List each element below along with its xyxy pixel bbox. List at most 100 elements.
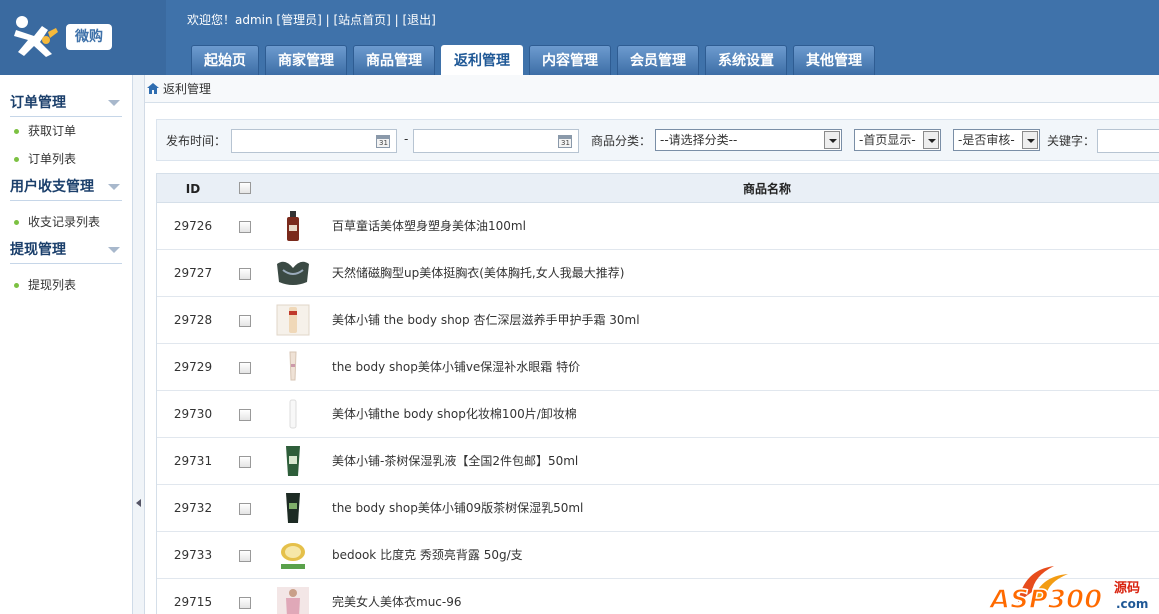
product-thumbnail-icon[interactable] (275, 397, 311, 431)
row-checkbox[interactable] (239, 362, 251, 374)
row-id: 29729 (173, 360, 213, 374)
product-table: ID 商品名称 29726 百草童话美体塑身塑身美体油100ml 29727 天… (156, 173, 1159, 614)
start-date-input[interactable]: 31 (231, 129, 397, 153)
tab-member[interactable]: 会员管理 (617, 45, 699, 75)
row-checkbox[interactable] (239, 315, 251, 327)
category-select[interactable]: --请选择分类-- (655, 129, 842, 151)
product-name-link[interactable]: 美体小铺 the body shop 杏仁深层滋养手甲护手霜 30ml (332, 297, 640, 344)
top-user-bar[interactable]: 欢迎您！admin [管理员] | [站点首页] | [退出] (187, 11, 436, 28)
product-name-link[interactable]: bedook 比度克 秀颈亮背露 50g/支 (332, 532, 523, 579)
watermark-suffix: 源码 (1114, 580, 1140, 596)
product-thumbnail-icon[interactable] (275, 350, 311, 384)
table-row[interactable]: 29727 天然储磁胸型up美体挺胸衣(美体胸托,女人我最大推荐) (157, 250, 1159, 297)
table-row[interactable]: 29728 美体小铺 the body shop 杏仁深层滋养手甲护手霜 30m… (157, 297, 1159, 344)
row-checkbox[interactable] (239, 456, 251, 468)
product-name-link[interactable]: the body shop美体小铺09版茶树保湿乳50ml (332, 485, 583, 532)
filter-bar: 发布时间： 31 - 31 商品分类： --请选择分类-- -首页显示- -是否… (156, 119, 1159, 161)
sidebar-item-order-list[interactable]: 订单列表 (0, 145, 132, 173)
product-name-link[interactable]: the body shop美体小铺ve保湿补水眼霜 特价 (332, 344, 580, 391)
select-all-checkbox[interactable] (239, 182, 251, 194)
row-checkbox[interactable] (239, 268, 251, 280)
sidebar-group-user-finance[interactable]: 用户收支管理 (10, 173, 122, 201)
watermark-domain: .com (1116, 597, 1148, 611)
table-row[interactable]: 29729 the body shop美体小铺ve保湿补水眼霜 特价 (157, 344, 1159, 391)
tab-product[interactable]: 商品管理 (353, 45, 435, 75)
row-checkbox[interactable] (239, 409, 251, 421)
product-thumbnail-icon[interactable] (275, 303, 311, 337)
category-label: 商品分类： (591, 134, 652, 148)
product-name-link[interactable]: 美体小铺the body shop化妆棉100片/卸妆棉 (332, 391, 577, 438)
bullet-icon (14, 129, 19, 134)
product-thumbnail-icon[interactable] (275, 256, 311, 290)
product-thumbnail-icon[interactable] (275, 444, 311, 478)
sidebar-item-label: 订单列表 (28, 152, 77, 166)
breadcrumb-current: 返利管理 (163, 82, 212, 96)
tab-content[interactable]: 内容管理 (529, 45, 611, 75)
table-row[interactable]: 29730 美体小铺the body shop化妆棉100片/卸妆棉 (157, 391, 1159, 438)
product-name-link[interactable]: 完美女人美体衣muc-96 (332, 579, 462, 614)
sidebar-item-fetch-orders[interactable]: 获取订单 (0, 117, 132, 145)
row-id: 29732 (173, 501, 213, 515)
row-checkbox[interactable] (239, 597, 251, 609)
sidebar-group-withdraw[interactable]: 提现管理 (10, 236, 122, 264)
calendar-icon[interactable]: 31 (558, 135, 572, 148)
sidebar-group-orders[interactable]: 订单管理 (10, 89, 122, 117)
chevron-down-icon[interactable] (1022, 131, 1038, 149)
chevron-down-icon[interactable] (923, 131, 939, 149)
row-checkbox[interactable] (239, 221, 251, 233)
tab-start[interactable]: 起始页 (191, 45, 259, 75)
homepage-select-value: -首页显示- (859, 133, 916, 147)
sidebar-group-title: 提现管理 (10, 242, 66, 258)
logo[interactable]: 微购 (0, 0, 166, 75)
keyword-input[interactable] (1097, 129, 1159, 153)
home-icon[interactable] (147, 83, 159, 94)
audit-select[interactable]: -是否审核- (953, 129, 1040, 151)
tab-other[interactable]: 其他管理 (793, 45, 875, 75)
product-thumbnail-icon[interactable] (275, 209, 311, 243)
row-id: 29715 (173, 595, 213, 609)
row-checkbox[interactable] (239, 503, 251, 515)
product-thumbnail-icon[interactable] (275, 585, 311, 614)
tab-merchant[interactable]: 商家管理 (265, 45, 347, 75)
product-thumbnail-icon[interactable] (275, 538, 311, 572)
collapse-caret-icon[interactable] (108, 100, 120, 106)
watermark-logo: ASP300 源码 .com (988, 566, 1148, 614)
table-row[interactable]: 29726 百草童话美体塑身塑身美体油100ml (157, 203, 1159, 250)
bullet-icon (14, 220, 19, 225)
collapse-caret-icon[interactable] (108, 184, 120, 190)
bullet-icon (14, 157, 19, 162)
product-name-link[interactable]: 美体小铺-茶树保湿乳液【全国2件包邮】50ml (332, 438, 578, 485)
row-id: 29733 (173, 548, 213, 562)
table-row[interactable]: 29731 美体小铺-茶树保湿乳液【全国2件包邮】50ml (157, 438, 1159, 485)
tab-system[interactable]: 系统设置 (705, 45, 787, 75)
row-id: 29727 (173, 266, 213, 280)
sidebar-splitter[interactable] (133, 75, 145, 614)
bullet-icon (14, 283, 19, 288)
table-header: ID 商品名称 (157, 173, 1159, 203)
product-thumbnail-icon[interactable] (275, 491, 311, 525)
collapse-caret-icon[interactable] (108, 247, 120, 253)
sidebar-group-title: 用户收支管理 (10, 179, 94, 195)
column-product-name: 商品名称 (742, 182, 791, 196)
header: 微购 欢迎您！admin [管理员] | [站点首页] | [退出] 起始页 商… (0, 0, 1159, 75)
row-id: 29731 (173, 454, 213, 468)
end-date-input[interactable]: 31 (413, 129, 579, 153)
row-checkbox[interactable] (239, 550, 251, 562)
tab-rebate[interactable]: 返利管理 (441, 45, 523, 75)
collapse-arrow-icon[interactable] (136, 499, 141, 507)
product-name-link[interactable]: 天然储磁胸型up美体挺胸衣(美体胸托,女人我最大推荐) (332, 250, 624, 297)
calendar-icon[interactable]: 31 (376, 135, 390, 148)
product-name-link[interactable]: 百草童话美体塑身塑身美体油100ml (332, 203, 526, 250)
welcome-text[interactable]: 欢迎您！admin [管理员] | [站点首页] | [退出] (187, 13, 436, 27)
row-id: 29730 (173, 407, 213, 421)
table-row[interactable]: 29732 the body shop美体小铺09版茶树保湿乳50ml (157, 485, 1159, 532)
homepage-display-select[interactable]: -首页显示- (854, 129, 941, 151)
sidebar-item-finance-records[interactable]: 收支记录列表 (0, 208, 132, 236)
chevron-down-icon[interactable] (824, 131, 840, 149)
category-select-value: --请选择分类-- (660, 133, 738, 147)
main-content: 返利管理 发布时间： 31 - 31 商品分类： --请选择分类-- -首页显示… (145, 75, 1159, 614)
watermark-text: ASP300 (988, 585, 1102, 614)
breadcrumb: 返利管理 (145, 75, 1159, 103)
column-id: ID (185, 182, 201, 196)
sidebar-item-withdraw-list[interactable]: 提现列表 (0, 271, 132, 299)
